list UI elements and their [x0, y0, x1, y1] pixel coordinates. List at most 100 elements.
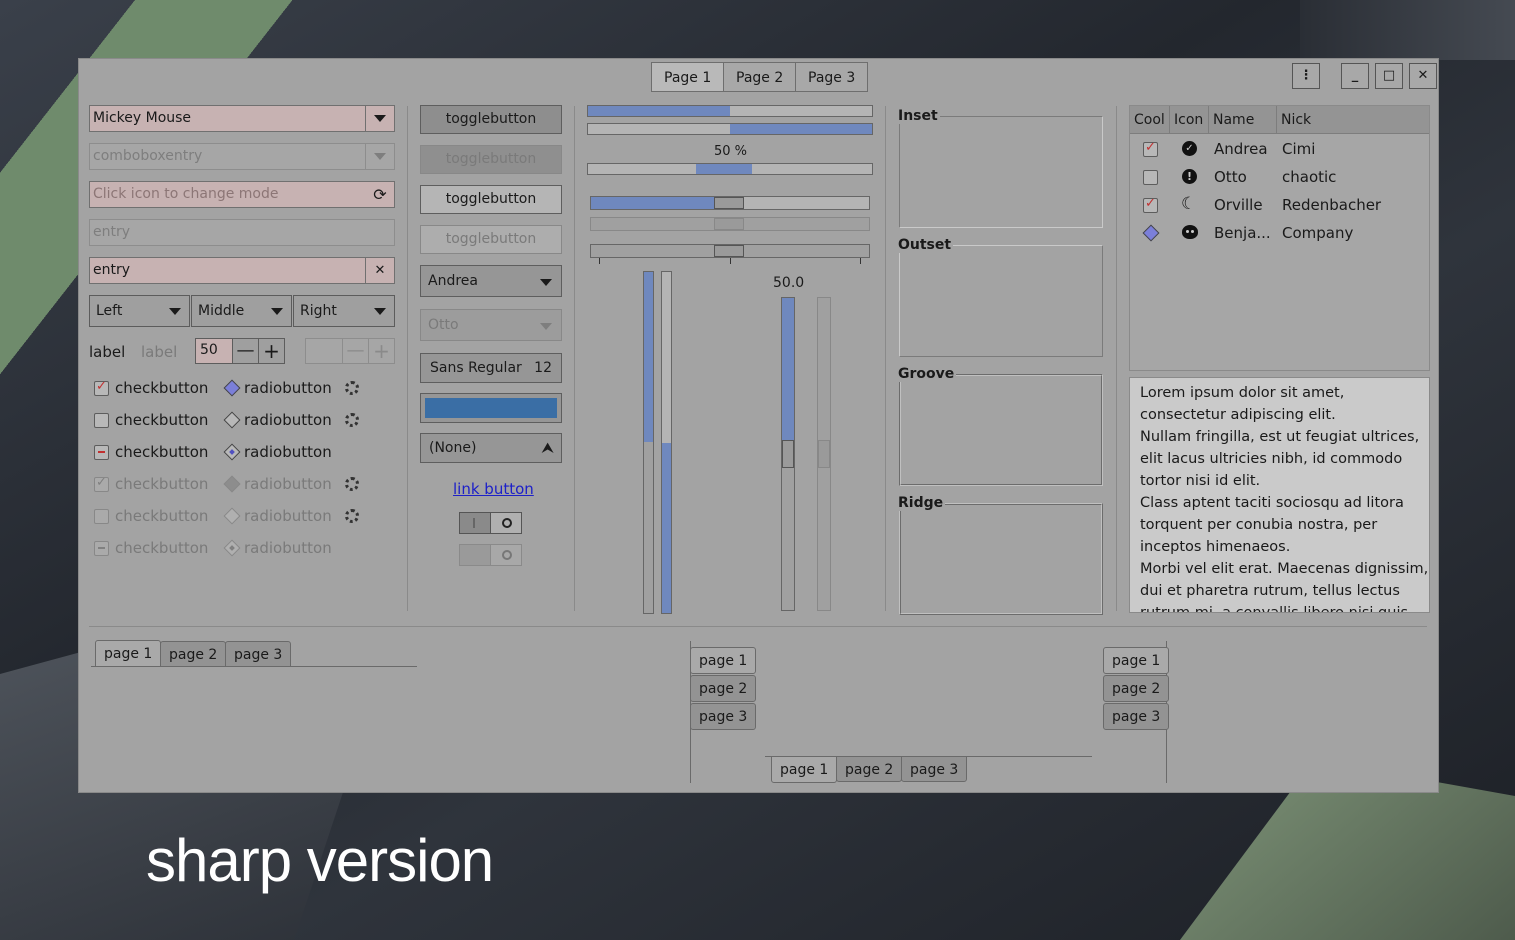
background-shape	[1300, 0, 1515, 60]
progressbar-3	[587, 163, 873, 175]
radio-half[interactable]	[223, 379, 241, 397]
checkbox-checked[interactable]: ✓	[1143, 196, 1158, 213]
font-button[interactable]: Sans Regular 12	[420, 353, 562, 383]
frame-outset	[899, 245, 1103, 357]
combo-left[interactable]: Left	[89, 295, 190, 327]
combo-middle[interactable]: Middle	[191, 295, 292, 327]
textview[interactable]: Lorem ipsum dolor sit amet, consectetur …	[1129, 377, 1430, 613]
notebook-tab-page-1[interactable]: page 1	[771, 756, 838, 783]
radiobutton-label: radiobutton	[244, 443, 332, 461]
file-chooser-button[interactable]: (None) ⮝	[420, 433, 562, 463]
close-button[interactable]: ✕	[1409, 63, 1437, 89]
clearable-entry[interactable]: entry ✕	[89, 257, 395, 284]
minimize-button[interactable]: _	[1341, 63, 1369, 89]
slider-handle[interactable]	[782, 440, 794, 468]
textview-line: Class aptent taciti sociosqu ad litora	[1140, 495, 1404, 511]
togglebutton[interactable]: togglebutton	[420, 185, 562, 214]
tree-nick: Cimi	[1282, 140, 1316, 158]
spinbutton-value: 50	[200, 342, 218, 358]
slider-handle	[818, 440, 830, 468]
radiobutton-label: radiobutton	[244, 411, 332, 429]
menu-button[interactable]: ⋮	[1292, 63, 1320, 89]
notebook-tab-page-1[interactable]: page 1	[95, 640, 162, 667]
face-icon	[1182, 225, 1198, 239]
file-chooser-label: (None)	[429, 440, 477, 456]
column-header-cool[interactable]: Cool	[1130, 106, 1170, 134]
radiobutton-label: radiobutton	[244, 475, 332, 493]
combo-right[interactable]: Right	[293, 295, 395, 327]
togglebutton-active[interactable]: togglebutton	[420, 105, 562, 134]
treeview	[1129, 105, 1430, 371]
textview-line: inceptos himenaeos.	[1140, 539, 1291, 555]
checkbox-checked[interactable]: ✓	[1143, 140, 1158, 157]
plus-icon[interactable]: +	[258, 339, 284, 363]
textview-line: torquent per conubia nostra, per	[1140, 517, 1378, 533]
notebook-tab-page-1[interactable]: page 1	[690, 647, 757, 674]
notebook-tab-page-1[interactable]: page 1	[1103, 647, 1170, 674]
notebook-tab-page-2[interactable]: page 2	[1103, 675, 1170, 702]
notebook-tab-page-2[interactable]: page 2	[836, 756, 903, 782]
slider-handle[interactable]	[714, 197, 744, 209]
notebook-tab-page-3[interactable]: page 3	[1103, 703, 1170, 730]
slider-handle[interactable]	[714, 245, 744, 257]
upload-icon: ⮝	[541, 439, 554, 457]
column-header-icon[interactable]: Icon	[1170, 106, 1209, 134]
combo-middle-label: Middle	[198, 303, 245, 319]
notebook-tab-page-3[interactable]: page 3	[901, 756, 968, 782]
checkbox-checked[interactable]: ✓	[94, 379, 109, 396]
header-tab-page-2[interactable]: Page 2	[723, 62, 797, 92]
color-button[interactable]	[420, 393, 562, 423]
notebook-tab-page-3[interactable]: page 3	[225, 641, 292, 667]
frame-ridge	[899, 503, 1103, 615]
vscale-value: 50.0	[773, 275, 805, 291]
switch-on[interactable]	[459, 512, 522, 534]
header-tab-page-1[interactable]: Page 1	[651, 62, 725, 92]
checkbutton-label: checkbutton	[115, 379, 209, 397]
circle-icon	[502, 550, 512, 560]
textview-line: rutrum mi, a convallis libero nisi quis	[1140, 605, 1409, 613]
spinner-icon	[345, 477, 359, 491]
combo-andrea[interactable]: Andrea	[420, 265, 562, 297]
checkbox-inconsistent[interactable]	[94, 445, 109, 460]
notebook-tab-page-3[interactable]: page 3	[690, 703, 757, 730]
chevron-down-icon	[540, 279, 552, 286]
clear-icon[interactable]: ✕	[365, 258, 394, 283]
spinbutton[interactable]: 50 — +	[195, 338, 285, 364]
chevron-down-icon[interactable]	[365, 106, 394, 131]
frame-inset	[899, 116, 1103, 228]
hscale-2-disabled	[590, 217, 870, 231]
notebook-tab-page-2[interactable]: page 2	[690, 675, 757, 702]
column-header-nick[interactable]: Nick	[1277, 106, 1429, 134]
hscale-3-marks[interactable]	[590, 244, 870, 258]
radio-selected[interactable]	[223, 443, 241, 461]
checkbox-unchecked[interactable]	[1143, 170, 1158, 185]
chevron-down-icon	[374, 308, 386, 315]
progressbar-2	[587, 123, 873, 135]
hscale-1[interactable]	[590, 196, 870, 210]
header-tab-page-3[interactable]: Page 3	[795, 62, 869, 92]
textview-line: tortor nisi id elit.	[1140, 473, 1261, 489]
combo-mickey-value: Mickey Mouse	[93, 110, 192, 126]
radiobutton-label: radiobutton	[244, 507, 332, 525]
link-button[interactable]: link button	[453, 480, 534, 498]
vscale-1[interactable]	[781, 297, 795, 611]
combo-left-label: Left	[96, 303, 123, 319]
minus-icon: —	[342, 339, 368, 363]
column-header-name[interactable]: Name	[1209, 106, 1277, 134]
checkbox-unchecked[interactable]	[94, 413, 109, 428]
notebook-tab-page-2[interactable]: page 2	[160, 641, 227, 667]
font-name: Sans Regular	[430, 360, 522, 376]
icon-entry[interactable]: Click icon to change mode ⟳	[89, 181, 395, 208]
minimize-icon: _	[1351, 68, 1359, 83]
spinbutton-disabled: — +	[305, 338, 395, 364]
combo-otto-value: Otto	[428, 317, 459, 333]
minus-icon[interactable]: —	[232, 339, 258, 363]
radio-empty[interactable]	[223, 411, 241, 429]
refresh-icon[interactable]: ⟳	[366, 182, 394, 207]
togglebutton-disabled: togglebutton	[420, 225, 562, 254]
checkbutton-label: checkbutton	[115, 411, 209, 429]
widget-factory-window: Page 1 Page 2 Page 3 ⋮ _ □ ✕ Mickey Mous…	[78, 58, 1439, 793]
maximize-button[interactable]: □	[1375, 63, 1403, 89]
combo-mickey[interactable]: Mickey Mouse	[89, 105, 395, 132]
textview-line: Nullam fringilla, est ut feugiat ultrice…	[1140, 429, 1420, 445]
